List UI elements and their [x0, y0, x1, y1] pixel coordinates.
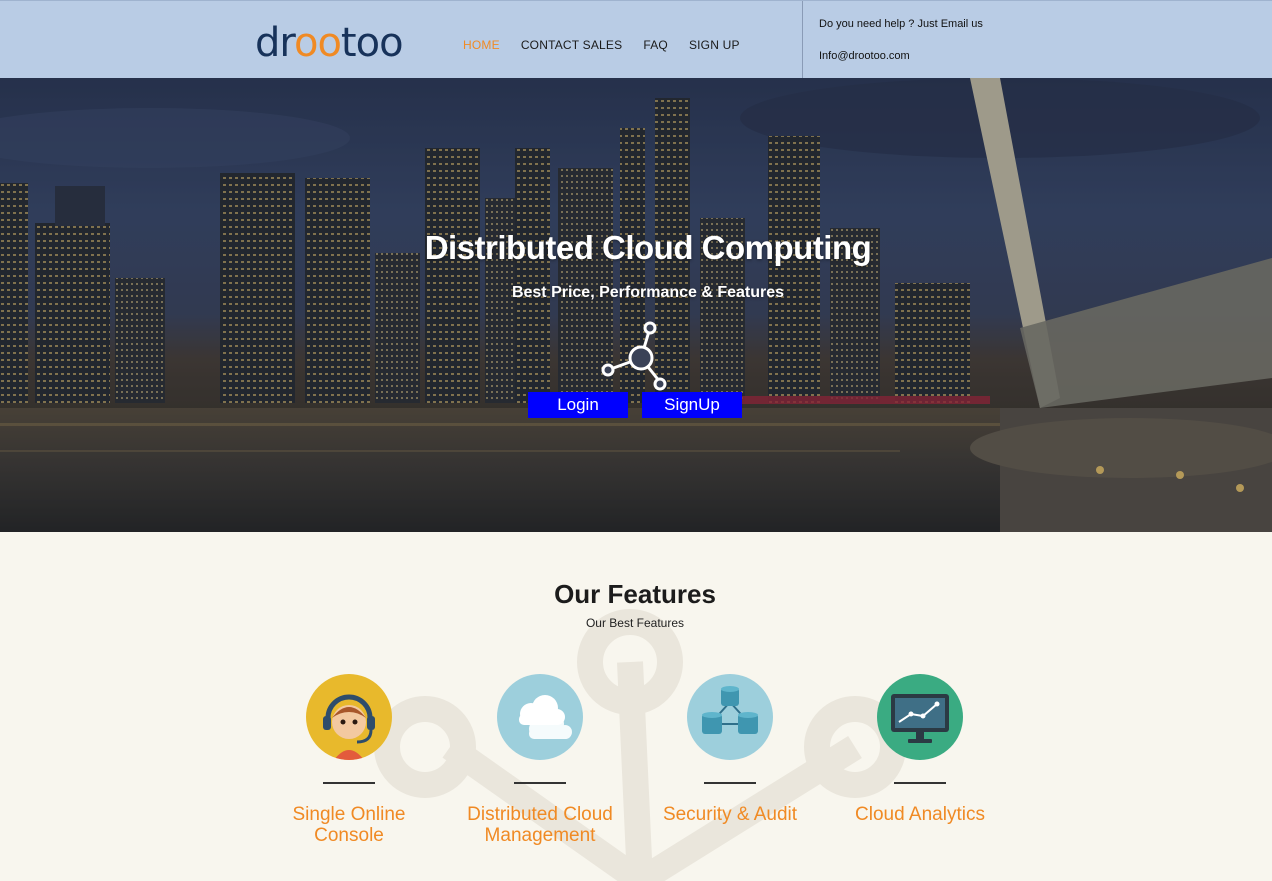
logo-part-1: dr [255, 20, 295, 66]
feature-label: Single Online Console [292, 804, 406, 846]
divider [514, 782, 566, 784]
login-button[interactable]: Login [528, 392, 628, 418]
nav-home[interactable]: HOME [463, 38, 500, 52]
feature-card[interactable]: Distributed Cloud Management [450, 674, 630, 846]
help-panel: Do you need help ? Just Email us Info@dr… [802, 1, 1272, 79]
main-nav: HOME CONTACT SALES FAQ SIGN UP [463, 38, 740, 52]
logo-part-3: too [340, 20, 404, 66]
divider [894, 782, 946, 784]
features-subtitle: Our Best Features [585, 616, 685, 630]
nav-faq[interactable]: FAQ [643, 38, 668, 52]
hero-subtitle: Best Price, Performance & Features [511, 284, 785, 301]
divider [704, 782, 756, 784]
nav-sign-up[interactable]: SIGN UP [689, 38, 740, 52]
support-agent-icon [306, 674, 392, 760]
cloud-icon [497, 674, 583, 760]
feature-card[interactable]: Security & Audit [640, 674, 820, 825]
database-network-icon [687, 674, 773, 760]
network-nodes-icon [601, 321, 667, 391]
monitor-chart-icon [877, 674, 963, 760]
help-email[interactable]: Info@drootoo.com [819, 50, 910, 62]
site-header: drootoo HOME CONTACT SALES FAQ SIGN UP D… [0, 0, 1272, 79]
feature-card[interactable]: Cloud Analytics [830, 674, 1010, 825]
logo-part-2: oo [293, 20, 342, 66]
nav-contact-sales[interactable]: CONTACT SALES [521, 38, 623, 52]
hero-title: Distributed Cloud Computing [424, 229, 872, 266]
features-title: Our Features [554, 579, 716, 609]
signup-button[interactable]: SignUp [642, 392, 742, 418]
hero-banner: Distributed Cloud Computing Best Price, … [0, 78, 1272, 532]
feature-label: Distributed Cloud Management [467, 804, 613, 846]
divider [323, 782, 375, 784]
help-text: Do you need help ? Just Email us [819, 18, 983, 30]
city-skyline-image [0, 78, 1272, 532]
feature-label: Security & Audit [662, 804, 798, 825]
features-section: Our Features Our Best Features Single On… [0, 532, 1272, 881]
feature-label: Cloud Analytics [855, 804, 985, 825]
brand-logo[interactable]: drootoo [255, 19, 404, 67]
feature-card[interactable]: Single Online Console [259, 674, 439, 846]
